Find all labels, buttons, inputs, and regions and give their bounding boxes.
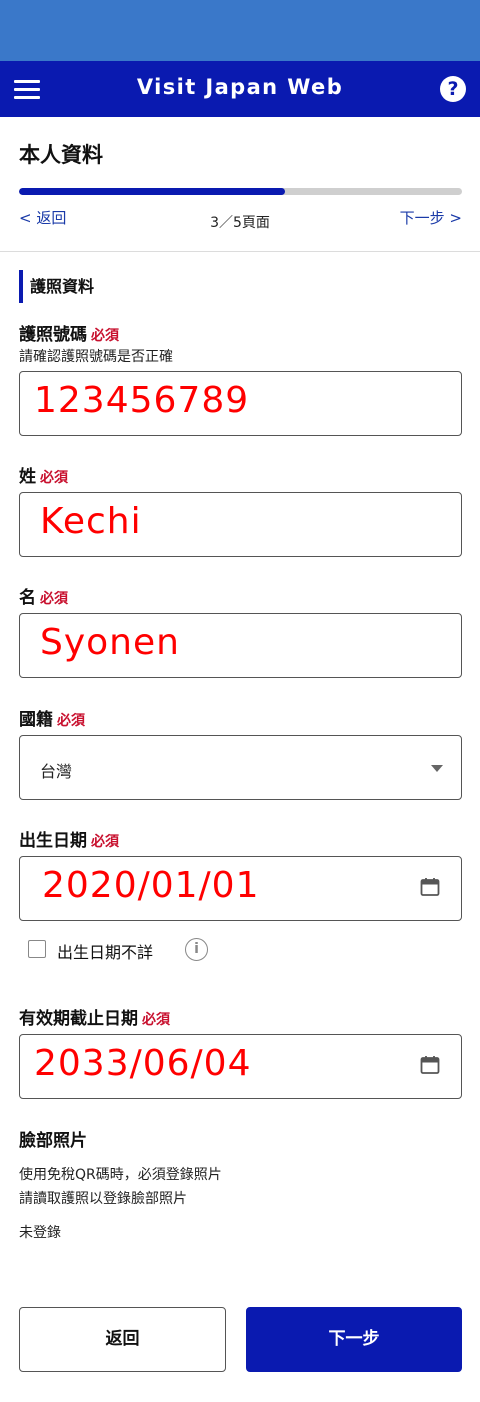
birth-unknown-label: 出生日期不詳 xyxy=(57,943,154,962)
expiry-date-label: 有效期截止日期 必須 xyxy=(19,1004,170,1029)
face-photo-note: 使用免稅QR碼時，必須登錄照片 xyxy=(19,1167,222,1183)
info-icon[interactable]: i xyxy=(185,938,208,961)
birth-date-label-text: 出生日期 xyxy=(19,831,87,851)
divider xyxy=(0,251,480,252)
required-badge: 必須 xyxy=(57,713,85,729)
surname-label-text: 姓 xyxy=(19,467,36,487)
nationality-select[interactable]: 台灣 xyxy=(19,735,462,800)
face-photo-status: 未登錄 xyxy=(19,1225,61,1241)
required-badge: 必須 xyxy=(91,328,119,344)
passport-number-hint: 請確認護照號碼是否正確 xyxy=(19,349,173,365)
status-bar xyxy=(0,0,480,61)
required-badge: 必須 xyxy=(40,470,68,486)
next-button[interactable]: 下一步 xyxy=(246,1307,462,1372)
birth-date-value: 2020/01/01 xyxy=(42,865,260,906)
passport-number-value: 123456789 xyxy=(34,380,250,421)
given-name-label: 名必須 xyxy=(19,583,68,608)
expiry-date-value: 2033/06/04 xyxy=(34,1043,252,1084)
expiry-date-label-text: 有效期截止日期 xyxy=(19,1009,138,1029)
calendar-icon[interactable] xyxy=(420,877,440,897)
next-link[interactable]: 下一步 > xyxy=(400,207,462,228)
given-name-value: Syonen xyxy=(40,622,180,663)
back-button[interactable]: 返回 xyxy=(19,1307,226,1372)
progress-fill xyxy=(19,188,285,195)
nationality-value: 台灣 xyxy=(40,762,73,781)
surname-label: 姓必須 xyxy=(19,462,68,487)
help-icon[interactable]: ? xyxy=(440,76,466,102)
passport-number-input[interactable]: 123456789 xyxy=(19,371,462,436)
page-title: 本人資料 xyxy=(19,143,103,167)
birth-unknown-checkbox[interactable] xyxy=(28,940,46,958)
section-title: 護照資料 xyxy=(19,270,94,303)
app-header: Visit Japan Web ? xyxy=(0,61,480,117)
surname-value: Kechi xyxy=(40,501,142,542)
required-badge: 必須 xyxy=(40,591,68,607)
face-photo-title: 臉部照片 xyxy=(19,1131,87,1151)
passport-number-label: 護照號碼 必須 xyxy=(19,320,119,345)
given-name-input[interactable]: Syonen xyxy=(19,613,462,678)
app-title: Visit Japan Web xyxy=(136,75,344,99)
progress-bar xyxy=(19,188,462,195)
required-badge: 必須 xyxy=(91,834,119,850)
birth-date-input[interactable]: 2020/01/01 xyxy=(19,856,462,921)
required-badge: 必須 xyxy=(142,1012,170,1028)
calendar-icon[interactable] xyxy=(420,1055,440,1075)
expiry-date-input[interactable]: 2033/06/04 xyxy=(19,1034,462,1099)
chevron-down-icon xyxy=(431,765,443,772)
nationality-label: 國籍 必須 xyxy=(19,705,85,730)
nationality-label-text: 國籍 xyxy=(19,710,53,730)
face-photo-instruction: 請讀取護照以登錄臉部照片 xyxy=(19,1191,187,1207)
given-name-label-text: 名 xyxy=(19,588,36,608)
surname-input[interactable]: Kechi xyxy=(19,492,462,557)
birth-date-label: 出生日期 必須 xyxy=(19,826,119,851)
passport-number-label-text: 護照號碼 xyxy=(19,325,87,345)
